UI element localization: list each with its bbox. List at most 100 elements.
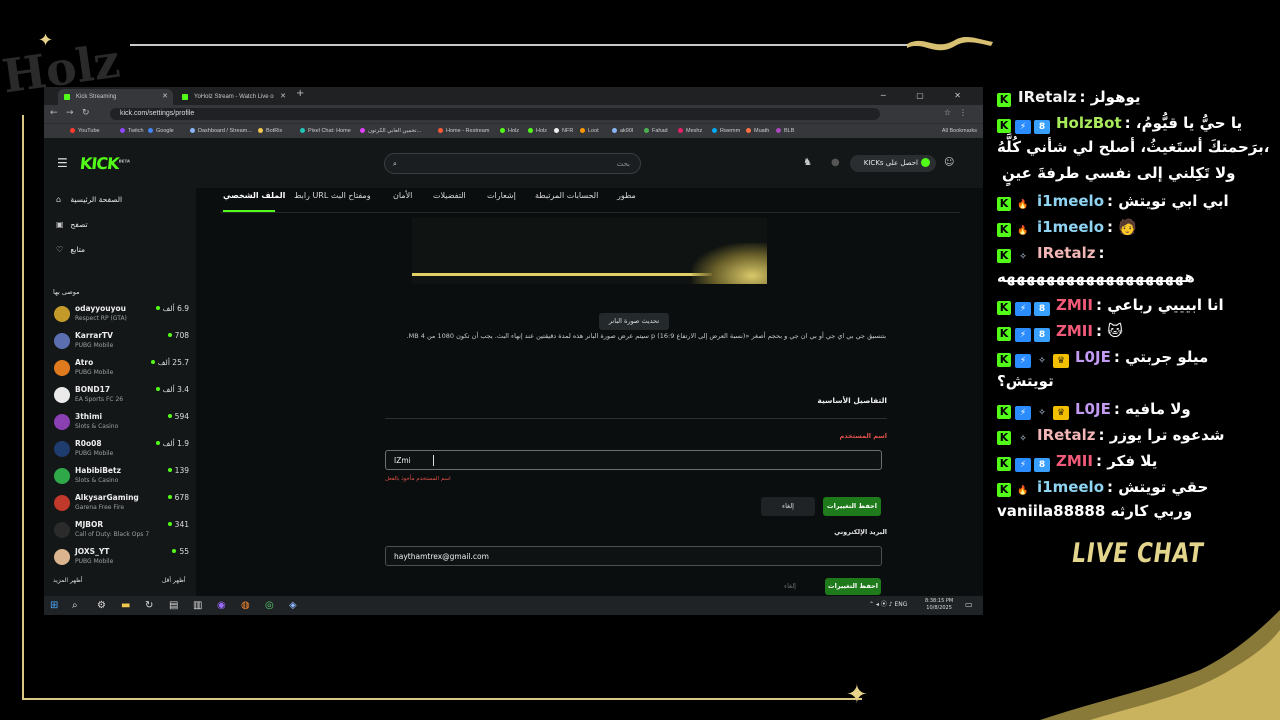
bookmark-item[interactable]: Muath [746, 128, 769, 134]
url-field[interactable]: kick.com/settings/profile [110, 108, 880, 120]
window-controls[interactable]: ─ ▢ ✕ [881, 87, 975, 105]
windows-taskbar: ⊞ ⌕ ⚙ ▬ ↻ ▤ ▥ ◉ ◍ ◎ ◈ ⌃ ◂ ⦿ ♪ ENG 8:38:1… [44, 596, 983, 615]
sidebar-channel[interactable]: R0o08 PUBG Mobile 1.9 ألف [53, 439, 193, 465]
sidebar-channel[interactable]: HabibiBetz Slots & Casino 139 [53, 466, 193, 492]
username-field[interactable]: IZmi [385, 450, 882, 470]
bookmark-item[interactable]: Loot [580, 128, 599, 134]
bookmark-label: NFR [562, 128, 574, 134]
sidebar-channel[interactable]: 3thimi Slots & Casino 594 [53, 412, 193, 438]
tab-preferences[interactable]: التفضيلات [433, 191, 466, 200]
windows-start-icon[interactable]: ⊞ [50, 600, 58, 611]
app-icon[interactable]: ◉ [217, 600, 226, 611]
sidebar: ⌂ الصفحة الرئيسية ▣ تصفح ♡ متابع موصى به… [44, 188, 196, 598]
bookmark-item[interactable]: Fahad [644, 128, 668, 134]
avatar [54, 360, 70, 376]
email-field[interactable]: haythamtrex@gmail.com [385, 546, 882, 566]
bookmark-item[interactable]: Rwemm [712, 128, 740, 134]
reload-icon[interactable]: ↻ [82, 108, 90, 118]
og-badge-icon: ✧ [1019, 252, 1027, 262]
back-icon[interactable]: ← [50, 108, 58, 118]
menu-icon[interactable]: ☰ [57, 156, 68, 170]
bookmark-item[interactable]: Dashboard / Stream... [190, 128, 252, 134]
tab-stream-key[interactable]: رابط URL ومفتاح البث [294, 191, 371, 200]
sidebar-channel[interactable]: MJBOR Call of Duty: Black Ops 7 341 [53, 520, 193, 546]
tab-profile[interactable]: الملف الشخصي [223, 191, 285, 200]
chat-message: K ⚡ 8 ZMII: انا ابيييي رباعي [997, 294, 1277, 316]
kick-badge-icon: K [997, 301, 1011, 315]
bookmark-item[interactable]: ak90l [612, 128, 633, 134]
bookmark-favicon-icon [528, 128, 533, 133]
chrome-icon[interactable]: ◎ [265, 600, 274, 611]
sidebar-item-following[interactable]: ♡ متابع [56, 245, 85, 254]
search-input[interactable]: ⌕ بحث [384, 153, 641, 174]
close-tab-icon[interactable]: ✕ [162, 89, 168, 105]
all-bookmarks-button[interactable]: All Bookmarks [942, 128, 977, 134]
app-icon[interactable]: ▥ [193, 600, 202, 611]
channel-category: Call of Duty: Black Ops 7 [75, 531, 150, 538]
sidebar-channel[interactable]: AlkysarGaming Garena Free Fire 678 [53, 493, 193, 519]
channel-category: PUBG Mobile [75, 450, 114, 457]
app-icon[interactable]: ↻ [145, 600, 153, 611]
save-email-button[interactable]: احفظ التغييرات [825, 578, 881, 595]
update-banner-button[interactable]: تحديث صورة البانر [599, 313, 669, 330]
kick-logo[interactable]: KICKBETA [79, 154, 131, 173]
bookmark-item[interactable]: YouTube [70, 128, 100, 134]
settings-icon[interactable]: ⚙ [97, 600, 106, 611]
tab-linked-accounts[interactable]: الحسابات المرتبطة [535, 191, 598, 200]
close-tab-icon[interactable]: ✕ [280, 89, 286, 105]
bookmark-label: Google [156, 128, 174, 134]
tab-title: YoHolz Stream - Watch Live o [194, 94, 274, 100]
bookmark-item[interactable]: تخمين العابي الكرتون... [360, 128, 421, 134]
avatar[interactable]: ● [831, 157, 840, 168]
steam-icon[interactable]: ◈ [289, 600, 297, 611]
cancel-username-button[interactable]: إلغاء [761, 497, 815, 516]
app-icon[interactable]: ▤ [169, 600, 178, 611]
sidebar-channel[interactable]: BOND17 EA Sports FC 26 3.4 ألف [53, 385, 193, 411]
system-tray[interactable]: ⌃ ◂ ⦿ ♪ ENG [869, 599, 907, 608]
sidebar-channel[interactable]: Atro PUBG Mobile 25.7 ألف [53, 358, 193, 384]
bookmark-item[interactable]: Google [148, 128, 174, 134]
get-kicks-button[interactable]: احصل على KICKs [850, 155, 936, 172]
show-more-button[interactable]: أظهر المزيد [53, 577, 83, 584]
save-username-button[interactable]: احفظ التغييرات [823, 497, 881, 516]
forward-icon[interactable]: → [66, 108, 74, 118]
bookmark-item[interactable]: Holz [528, 128, 547, 134]
bookmark-favicon-icon [776, 128, 781, 133]
bookmark-item[interactable]: Pixel Chat: Home [300, 128, 351, 134]
avatar [54, 549, 70, 565]
sidebar-channel[interactable]: odayyouyou Respect RP (GTA) 6.9 ألف [53, 304, 193, 330]
browser-tab-kick[interactable]: Kick Streaming ✕ [58, 89, 173, 105]
star-icon: ✦ [38, 30, 54, 51]
bookmark-item[interactable]: NFR [554, 128, 573, 134]
bookmark-item[interactable]: Home - Restream [438, 128, 489, 134]
bookmark-label: Muath [754, 128, 770, 134]
sidebar-item-browse[interactable]: ▣ تصفح [56, 220, 88, 229]
bookmark-item[interactable]: Twitch [120, 128, 144, 134]
heart-icon: ♡ [56, 245, 64, 254]
file-explorer-icon[interactable]: ▬ [121, 600, 130, 611]
bookmark-item[interactable]: BLB [776, 128, 794, 134]
channel-category: EA Sports FC 26 [75, 396, 124, 403]
notification-icon[interactable]: ♞ [803, 157, 812, 168]
bookmark-item[interactable]: Holz [500, 128, 519, 134]
notification-center-icon[interactable]: ▭ [965, 600, 973, 609]
bookmark-item[interactable]: Meshz [678, 128, 702, 134]
tab-security[interactable]: الأمان [393, 191, 412, 200]
show-less-button[interactable]: أظهر أقل [162, 577, 186, 584]
clock[interactable]: 8:38:15 PM 10/8/2025 [925, 598, 953, 612]
viewer-count: 1.9 ألف [155, 439, 189, 448]
new-tab-button[interactable]: + [296, 88, 304, 99]
browser-tab-yoholz[interactable]: YoHolz Stream - Watch Live o ✕ [176, 89, 291, 105]
sidebar-channel[interactable]: KarrarTV PUBG Mobile 708 [53, 331, 193, 357]
tab-developer[interactable]: مطور [617, 191, 636, 200]
sidebar-channel[interactable]: JOXS_YT PUBG Mobile 55 [53, 547, 193, 573]
profile-menu-icon[interactable]: ☺ [944, 157, 954, 168]
search-icon[interactable]: ⌕ [72, 600, 78, 611]
extension-icons[interactable]: ☆⋮ [944, 108, 975, 117]
tab-notifications[interactable]: إشعارات [487, 191, 516, 200]
cancel-email-button[interactable]: إلغاء [763, 578, 817, 595]
firefox-icon[interactable]: ◍ [241, 600, 250, 611]
sidebar-item-home[interactable]: ⌂ الصفحة الرئيسية [56, 195, 122, 204]
bookmark-item[interactable]: BotRix [258, 128, 282, 134]
avatar [54, 306, 70, 322]
